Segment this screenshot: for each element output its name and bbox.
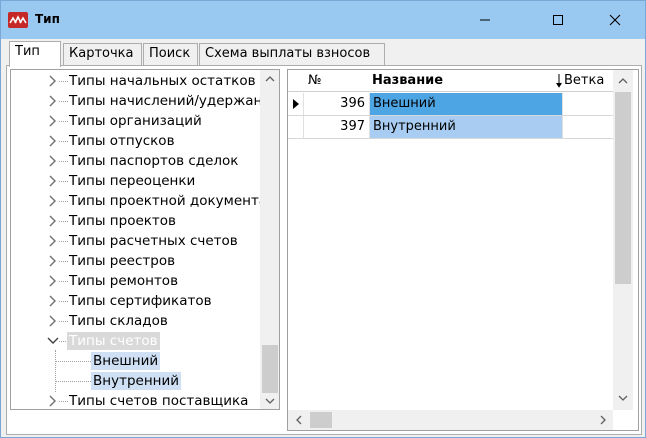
tree-scroll-thumb[interactable] bbox=[262, 345, 278, 393]
types-grid[interactable]: № Название Ветка 396 Внешний 397 Внутрен… bbox=[287, 69, 639, 431]
grid-vertical-scrollbar[interactable] bbox=[613, 70, 633, 410]
chevron-right-icon[interactable] bbox=[47, 314, 59, 328]
chevron-right-icon[interactable] bbox=[47, 114, 59, 128]
chevron-right-icon[interactable] bbox=[47, 154, 59, 168]
tab-type[interactable]: Тип bbox=[9, 41, 61, 67]
tree-vertical-scrollbar[interactable] bbox=[260, 70, 279, 409]
minimize-icon bbox=[480, 19, 490, 21]
table-row[interactable]: 396 Внешний bbox=[288, 93, 613, 116]
title-bar[interactable]: Тип bbox=[1, 1, 645, 39]
tree-item[interactable]: Типы проектов bbox=[11, 211, 271, 231]
chevron-right-icon[interactable] bbox=[47, 74, 59, 88]
row-indicator bbox=[288, 93, 304, 115]
main-window: Тип Тип Карточка Поиск Схема выплаты взн… bbox=[0, 0, 646, 438]
tree-item[interactable]: Типы переоценки bbox=[11, 171, 271, 191]
chevron-right-icon[interactable] bbox=[47, 134, 59, 148]
row-indicator bbox=[288, 116, 304, 138]
tree-item[interactable]: Типы ремонтов bbox=[11, 271, 271, 291]
scroll-left-icon[interactable] bbox=[295, 415, 303, 425]
tree-item-label: Типы начислений/удержаний bbox=[69, 93, 280, 109]
tree-item-label: Внутренний bbox=[91, 372, 182, 390]
tree-item-label: Типы проектов bbox=[69, 213, 176, 229]
scroll-down-icon[interactable] bbox=[265, 397, 275, 405]
tree-item-label: Типы организаций bbox=[69, 113, 202, 129]
tree-item-label: Внешний bbox=[91, 352, 161, 370]
tree-item-label: Типы счетов bbox=[67, 332, 160, 350]
tree-item[interactable]: Типы счетов поставщика bbox=[11, 391, 271, 409]
close-button[interactable] bbox=[592, 1, 638, 39]
tree-item[interactable]: Типы паспортов сделок bbox=[11, 151, 271, 171]
chevron-right-icon[interactable] bbox=[47, 294, 59, 308]
scroll-down-icon[interactable] bbox=[618, 394, 628, 402]
tree-item[interactable]: Типы проектной документации bbox=[11, 191, 279, 211]
tree-item[interactable]: Типы складов bbox=[11, 311, 271, 331]
scroll-up-icon[interactable] bbox=[265, 75, 275, 83]
cell-branch[interactable] bbox=[562, 116, 613, 138]
table-row[interactable]: 397 Внутренний bbox=[288, 116, 613, 139]
tree-item-label: Типы переоценки bbox=[69, 173, 196, 189]
chevron-right-icon[interactable] bbox=[47, 274, 59, 288]
tree-item[interactable]: Типы счетов bbox=[11, 331, 271, 351]
cell-branch[interactable] bbox=[562, 93, 613, 115]
scroll-up-icon[interactable] bbox=[618, 77, 628, 85]
tree-item[interactable]: Типы сертификатов bbox=[11, 291, 271, 311]
maximize-button[interactable] bbox=[535, 1, 581, 39]
tree-item-label: Типы отпусков bbox=[69, 133, 175, 149]
chevron-right-icon[interactable] bbox=[47, 94, 59, 108]
chevron-right-icon[interactable] bbox=[47, 254, 59, 268]
tree-item-label: Типы реестров bbox=[69, 253, 176, 269]
cell-number[interactable]: 397 bbox=[304, 116, 370, 138]
tab-label: Схема выплаты взносов bbox=[205, 46, 371, 61]
chevron-right-icon[interactable] bbox=[47, 214, 59, 228]
tree-child-item[interactable]: Внутренний bbox=[11, 371, 271, 391]
tree-item[interactable]: Типы реестров bbox=[11, 251, 271, 271]
column-header-name[interactable]: Название bbox=[372, 73, 443, 88]
tree-item[interactable]: Типы расчетных счетов bbox=[11, 231, 271, 251]
grid-header: № Название Ветка bbox=[288, 70, 613, 92]
close-icon bbox=[609, 14, 621, 26]
column-header-branch[interactable]: Ветка bbox=[564, 73, 604, 88]
chevron-right-icon[interactable] bbox=[47, 234, 59, 248]
tree-item-label: Типы расчетных счетов bbox=[69, 233, 238, 249]
tab-payment-scheme[interactable]: Схема выплаты взносов bbox=[199, 43, 385, 65]
tab-label: Поиск bbox=[149, 46, 191, 61]
chevron-down-icon[interactable] bbox=[47, 334, 59, 348]
tree-connector bbox=[55, 361, 91, 362]
grid-horizontal-scrollbar[interactable] bbox=[288, 410, 613, 430]
tab-search[interactable]: Поиск bbox=[143, 43, 198, 65]
tree-item-label: Типы паспортов сделок bbox=[69, 153, 239, 169]
tree-item-label: Типы ремонтов bbox=[69, 273, 179, 289]
tree-item-label: Типы счетов поставщика bbox=[69, 393, 249, 409]
tree-item[interactable]: Типы организаций bbox=[11, 111, 271, 131]
tree-item[interactable]: Типы начальных остатков bbox=[11, 71, 271, 91]
column-header-number[interactable]: № bbox=[308, 73, 322, 88]
sort-down-icon bbox=[556, 74, 562, 88]
cell-name[interactable]: Внешний bbox=[370, 93, 562, 115]
scroll-right-icon[interactable] bbox=[599, 415, 607, 425]
tree-item-label: Типы сертификатов bbox=[69, 293, 212, 309]
grid-vscroll-thumb[interactable] bbox=[615, 92, 631, 284]
tree-item[interactable]: Типы начислений/удержаний bbox=[11, 91, 279, 111]
cell-name[interactable]: Внутренний bbox=[370, 116, 562, 138]
tab-label: Карточка bbox=[69, 46, 134, 61]
tab-label: Тип bbox=[15, 44, 40, 59]
minimize-button[interactable] bbox=[462, 1, 508, 39]
chevron-right-icon[interactable] bbox=[47, 194, 59, 208]
window-title: Тип bbox=[35, 12, 60, 26]
maximize-icon bbox=[553, 15, 563, 25]
tree-connector bbox=[55, 381, 91, 382]
tree-item[interactable]: Типы отпусков bbox=[11, 131, 271, 151]
chevron-right-icon[interactable] bbox=[47, 174, 59, 188]
grid-hscroll-thumb[interactable] bbox=[310, 412, 332, 428]
current-row-icon bbox=[293, 99, 299, 109]
app-logo-icon bbox=[8, 12, 28, 28]
cell-number[interactable]: 396 bbox=[304, 93, 370, 115]
type-tree[interactable]: Типы начальных остатков Типы начислений/у… bbox=[10, 69, 280, 410]
tab-card[interactable]: Карточка bbox=[63, 43, 142, 65]
tree-item-label: Типы складов bbox=[69, 313, 168, 329]
chevron-right-icon[interactable] bbox=[47, 394, 59, 408]
tree-child-item[interactable]: Внешний bbox=[11, 351, 271, 371]
tree-item-label: Типы начальных остатков bbox=[69, 73, 256, 89]
tree-item-label: Типы проектной документации bbox=[69, 193, 280, 209]
